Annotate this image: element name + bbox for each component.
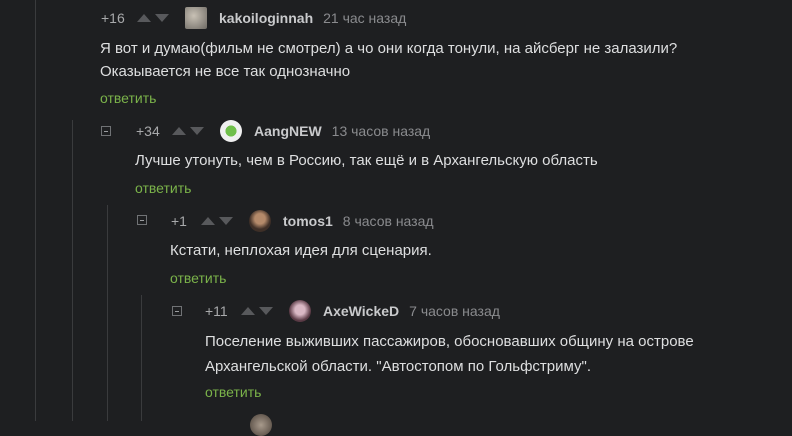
comment-text-line: Поселение выживших пассажиров, обосновав… xyxy=(205,333,694,350)
downvote-icon[interactable] xyxy=(259,307,273,315)
username[interactable]: AangNEW xyxy=(254,123,322,139)
comment-time[interactable]: 13 часов назад xyxy=(332,123,431,139)
upvote-icon[interactable] xyxy=(241,307,255,315)
avatar[interactable] xyxy=(185,7,207,29)
username[interactable]: tomos1 xyxy=(283,213,333,229)
downvote-icon[interactable] xyxy=(219,217,233,225)
thread-line xyxy=(35,0,36,421)
username[interactable]: kakoiloginnah xyxy=(219,10,313,26)
comment-header: +34 AangNEW 13 часов назад xyxy=(136,120,430,142)
comment-header: +1 tomos1 8 часов назад xyxy=(171,210,434,232)
username[interactable]: AxeWickeD xyxy=(323,303,399,319)
downvote-icon[interactable] xyxy=(190,127,204,135)
downvote-icon[interactable] xyxy=(155,14,169,22)
comment-text-line: Оказывается не все так однозначно xyxy=(100,63,351,80)
rating-value: +16 xyxy=(101,10,125,26)
thread-line xyxy=(72,120,73,421)
comment-header: +11 AxeWickeD 7 часов назад xyxy=(205,300,500,322)
thread-line xyxy=(107,205,108,421)
reply-link[interactable]: ответить xyxy=(205,384,261,400)
rating-value: +1 xyxy=(171,213,187,229)
avatar[interactable] xyxy=(289,300,311,322)
upvote-icon[interactable] xyxy=(201,217,215,225)
avatar[interactable] xyxy=(249,210,271,232)
upvote-icon[interactable] xyxy=(137,14,151,22)
avatar[interactable] xyxy=(220,120,242,142)
comment-text-line: Кстати, неплохая идея для сценария. xyxy=(170,242,432,259)
comment-text-line: Я вот и думаю(фильм не смотрел) а чо они… xyxy=(100,40,678,57)
rating-value: +34 xyxy=(136,123,160,139)
comment-time[interactable]: 7 часов назад xyxy=(409,303,500,319)
comment-header: +16 kakoiloginnah 21 час назад xyxy=(101,7,406,29)
upvote-icon[interactable] xyxy=(172,127,186,135)
reply-link[interactable]: ответить xyxy=(170,270,226,286)
comment-time[interactable]: 8 часов назад xyxy=(343,213,434,229)
thread-line xyxy=(141,295,142,421)
comment-text-line: Архангельской области. "Автостопом по Го… xyxy=(205,358,591,375)
avatar[interactable] xyxy=(250,414,272,436)
comment-text-line: Лучше утонуть, чем в Россию, так ещё и в… xyxy=(135,152,598,169)
rating-value: +11 xyxy=(205,303,228,319)
reply-link[interactable]: ответить xyxy=(100,90,156,106)
collapse-button[interactable] xyxy=(101,126,111,136)
reply-link[interactable]: ответить xyxy=(135,180,191,196)
comment-time[interactable]: 21 час назад xyxy=(323,10,406,26)
collapse-button[interactable] xyxy=(137,215,147,225)
collapse-button[interactable] xyxy=(172,306,182,316)
